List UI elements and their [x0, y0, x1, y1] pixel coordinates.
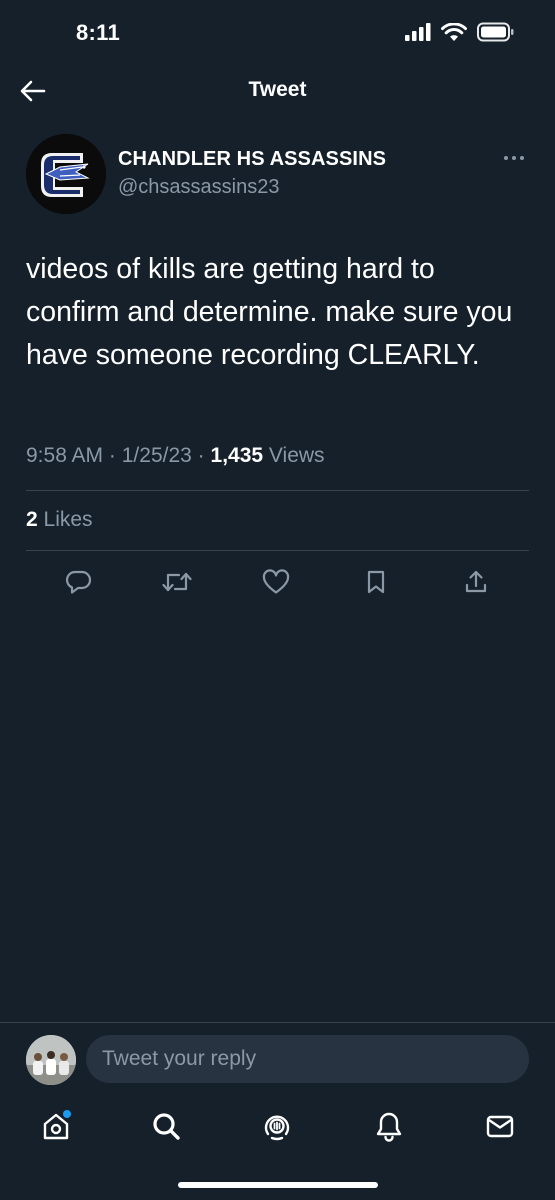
divider — [26, 490, 529, 491]
tweet-author: CHANDLER HS ASSASSINS @chsassassins23 — [26, 134, 529, 214]
retweet-button[interactable] — [159, 564, 195, 600]
tab-search[interactable] — [146, 1106, 186, 1146]
like-icon — [262, 569, 290, 594]
battery-icon — [477, 22, 514, 42]
tweet-text: videos of kills are getting hard to conf… — [26, 253, 513, 371]
retweet-icon — [162, 572, 192, 592]
views-label: Views — [268, 444, 325, 467]
group-photo-icon — [26, 1035, 76, 1085]
tweet-time: 9:58 AM — [26, 444, 104, 467]
share-icon — [465, 570, 487, 593]
tab-messages[interactable] — [480, 1106, 520, 1146]
tweet-actions — [0, 564, 555, 600]
divider — [26, 550, 529, 551]
likes-summary[interactable]: 2 Likes — [26, 508, 93, 532]
bookmark-icon — [367, 570, 385, 594]
status-time: 8:11 — [76, 20, 121, 45]
chandler-c-logo-icon — [26, 134, 106, 214]
bookmark-button[interactable] — [358, 564, 394, 600]
tweet-date: 1/25/23 — [121, 444, 192, 467]
tab-spaces[interactable] — [257, 1106, 297, 1146]
author-name[interactable]: CHANDLER HS ASSASSINS — [118, 148, 386, 171]
tab-home[interactable] — [36, 1106, 76, 1146]
meta-separator: · — [108, 444, 116, 467]
views-count: 1,435 — [210, 444, 264, 467]
reply-icon — [66, 570, 92, 594]
page-title: Tweet — [248, 78, 307, 101]
share-button[interactable] — [458, 564, 494, 600]
cellular-signal-icon — [405, 23, 431, 41]
wifi-icon — [441, 22, 467, 41]
reply-button[interactable] — [61, 564, 97, 600]
search-icon — [153, 1113, 180, 1140]
likes-label: Likes — [43, 508, 93, 531]
like-button[interactable] — [258, 564, 294, 600]
nav-header: Tweet — [0, 64, 555, 118]
messages-icon — [486, 1115, 514, 1138]
reply-input[interactable] — [86, 1035, 529, 1083]
status-bar: 8:11 — [0, 0, 555, 64]
status-icons — [405, 22, 515, 42]
likes-count: 2 — [26, 508, 38, 531]
home-indicator — [178, 1182, 378, 1188]
home-icon — [43, 1110, 71, 1140]
author-handle[interactable]: @chsassassins23 — [118, 176, 279, 199]
tweet-meta: 9:58 AM · 1/25/23 · 1,435 Views — [26, 444, 325, 468]
author-avatar[interactable] — [26, 134, 106, 214]
more-horizontal-icon — [504, 156, 524, 160]
notifications-icon — [376, 1112, 402, 1142]
more-options-button[interactable] — [499, 148, 529, 168]
user-avatar[interactable] — [26, 1035, 76, 1085]
reply-bar — [0, 1022, 555, 1098]
meta-separator: · — [197, 444, 205, 467]
tab-notifications[interactable] — [369, 1106, 409, 1146]
bottom-tab-bar — [0, 1098, 555, 1158]
spaces-icon — [264, 1115, 290, 1141]
